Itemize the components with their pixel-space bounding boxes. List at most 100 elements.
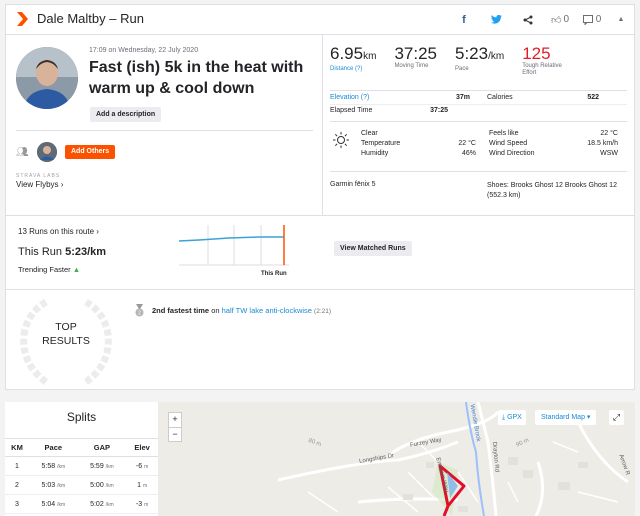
- this-run-marker-label: This Run: [261, 271, 287, 277]
- stat-relative-effort[interactable]: 125 Tough Relative Effort: [522, 45, 574, 77]
- stat-relative-effort-value: 125: [522, 44, 551, 63]
- zoom-in-button[interactable]: +: [169, 413, 181, 427]
- stat-moving-time: 37:25 Moving Time: [394, 45, 437, 77]
- segment-link[interactable]: half TW lake anti-clockwise: [222, 306, 312, 315]
- view-matched-runs-button[interactable]: View Matched Runs: [334, 241, 412, 256]
- trend-indicator: Trending Faster ▲: [18, 265, 80, 274]
- add-others-button[interactable]: Add Others: [65, 145, 116, 159]
- share-button[interactable]: [512, 5, 544, 34]
- matched-runs-link[interactable]: 13 Runs on this route ›: [18, 227, 99, 236]
- wind-speed-value: 18.5 km/h: [587, 140, 618, 147]
- splits-header-row: KM Pace GAP Elev: [5, 438, 158, 457]
- split-row[interactable]: 3 5:04 /km 5:02 /km -3 m: [5, 494, 158, 514]
- split-gap-unit: /km: [105, 482, 114, 489]
- split-gap: 5:00 /km: [77, 475, 127, 495]
- trend-line: [178, 236, 284, 242]
- split-row[interactable]: 2 5:03 /km 5:00 /km 1 m: [5, 475, 158, 495]
- stat-relative-effort-label: Tough Relative Effort: [522, 63, 562, 76]
- stat-pace-unit: /km: [488, 51, 505, 62]
- this-run-summary: This Run 5:23/km: [18, 246, 106, 258]
- stat-pace-value: 5:23: [454, 44, 489, 63]
- athlete-small-photo: [37, 142, 57, 162]
- twitter-share-button[interactable]: [480, 5, 512, 34]
- humidity-value: 46%: [461, 150, 476, 157]
- section-divider: [6, 289, 634, 290]
- pace-trend-chart[interactable]: This Run: [178, 225, 289, 280]
- map-style-dropdown[interactable]: Standard Map ▾: [535, 410, 597, 425]
- facebook-share-button[interactable]: f: [448, 5, 480, 34]
- temperature-label: Temperature: [361, 140, 401, 147]
- elevation-label[interactable]: Elevation (?): [330, 94, 369, 101]
- wind-direction-label: Wind Direction: [489, 150, 535, 157]
- stat-moving-time-value: 37:25: [394, 44, 437, 63]
- calories-value: 522: [587, 94, 599, 101]
- top-results-line1: TOP: [55, 321, 77, 333]
- split-elev-value: 1: [137, 481, 141, 489]
- download-icon: ⤓: [502, 414, 506, 421]
- split-km: 2: [5, 475, 29, 495]
- wind-direction-value: WSW: [600, 150, 618, 157]
- split-pace: 5:03 /km: [29, 475, 78, 495]
- add-description-button[interactable]: Add a description: [90, 107, 162, 122]
- split-elev-value: -6: [135, 462, 143, 470]
- split-pace-unit: /km: [57, 463, 66, 470]
- feels-like-value: 22 °C: [600, 130, 618, 137]
- shoes-info[interactable]: Shoes: Brooks Ghost 12 Brooks Ghost 12 (…: [487, 181, 632, 201]
- silver-medal-icon: 2: [135, 304, 144, 317]
- divider: [330, 104, 627, 105]
- splits-table: KM Pace GAP Elev 1 5:58 /km 5:59 /km -6 …: [5, 438, 158, 514]
- splits-title: Splits: [66, 410, 97, 424]
- more-actions-button[interactable]: ▲: [608, 5, 634, 34]
- facebook-icon: f: [462, 13, 466, 26]
- stat-distance-unit: km: [363, 51, 377, 62]
- top-results-badge: TOP RESULTS: [16, 320, 116, 348]
- athlete-avatar[interactable]: [16, 47, 78, 109]
- humidity-label: Humidity: [361, 150, 389, 157]
- athlete-photo: [16, 47, 78, 109]
- split-elev-unit: m: [142, 482, 148, 489]
- route-map[interactable]: Longships Dr Furzey Way Drayton Rd Wendl…: [158, 402, 635, 516]
- col-elev: Elev: [126, 438, 158, 457]
- activity-date: 17:09 on Wednesday, 22 July 2020: [89, 47, 199, 54]
- calories-label: Calories: [487, 94, 513, 101]
- group-icon: 👥︎: [16, 147, 29, 158]
- split-km: 3: [5, 494, 29, 514]
- stat-distance: 6.95km Distance (?): [330, 45, 376, 77]
- temperature-value: 22 °C: [458, 140, 476, 147]
- divider: [330, 171, 627, 172]
- shoes-line2: (552.3 km): [487, 192, 521, 199]
- thumbs-up-icon: 👍︎: [550, 14, 562, 26]
- col-gap: GAP: [77, 438, 127, 457]
- split-elev-unit: m: [144, 463, 149, 470]
- export-gpx-button[interactable]: ⤓ GPX: [498, 410, 526, 425]
- stat-distance-value: 6.95: [330, 44, 364, 63]
- kudos-button[interactable]: 👍︎ 0: [544, 5, 576, 34]
- view-flybys-link[interactable]: View Flybys ›: [16, 180, 63, 189]
- kudos-count: 0: [563, 14, 569, 25]
- zoom-out-button[interactable]: −: [169, 427, 181, 441]
- wind-speed-label: Wind Speed: [489, 140, 528, 147]
- splits-panel: Splits KM Pace GAP Elev 1 5:58 /km 5:59 …: [5, 402, 158, 516]
- split-pace: 5:04 /km: [29, 494, 78, 514]
- split-gap-unit: /km: [105, 501, 114, 508]
- svg-text:2: 2: [138, 311, 141, 317]
- elevation-value: 37m: [455, 94, 470, 101]
- sun-icon: [333, 132, 349, 148]
- split-elev-unit: m: [144, 501, 149, 508]
- split-row[interactable]: 1 5:58 /km 5:59 /km -6 m: [5, 456, 158, 476]
- fullscreen-icon[interactable]: ⤢: [609, 410, 624, 425]
- this-run-pace: 5:23/km: [65, 246, 107, 258]
- col-pace: Pace: [29, 438, 78, 457]
- split-pace-unit: /km: [57, 501, 66, 508]
- stat-distance-label[interactable]: Distance (?): [330, 66, 376, 73]
- activity-card: Dale Maltby – Run f 👍︎ 0 0 ▲ 17:09 on We…: [5, 4, 635, 390]
- athlete-small-avatar[interactable]: [37, 142, 57, 162]
- split-gap: 5:02 /km: [77, 494, 127, 514]
- split-elev: 1 m: [126, 475, 158, 495]
- primary-stats: 6.95km Distance (?) 37:25 Moving Time 5:…: [330, 45, 592, 77]
- trend-gridlines: [179, 225, 289, 266]
- share-icon: [523, 15, 533, 24]
- stat-pace-label: Pace: [454, 66, 469, 72]
- comment-button[interactable]: 0: [576, 5, 608, 34]
- elapsed-time-value: 37:25: [430, 107, 448, 114]
